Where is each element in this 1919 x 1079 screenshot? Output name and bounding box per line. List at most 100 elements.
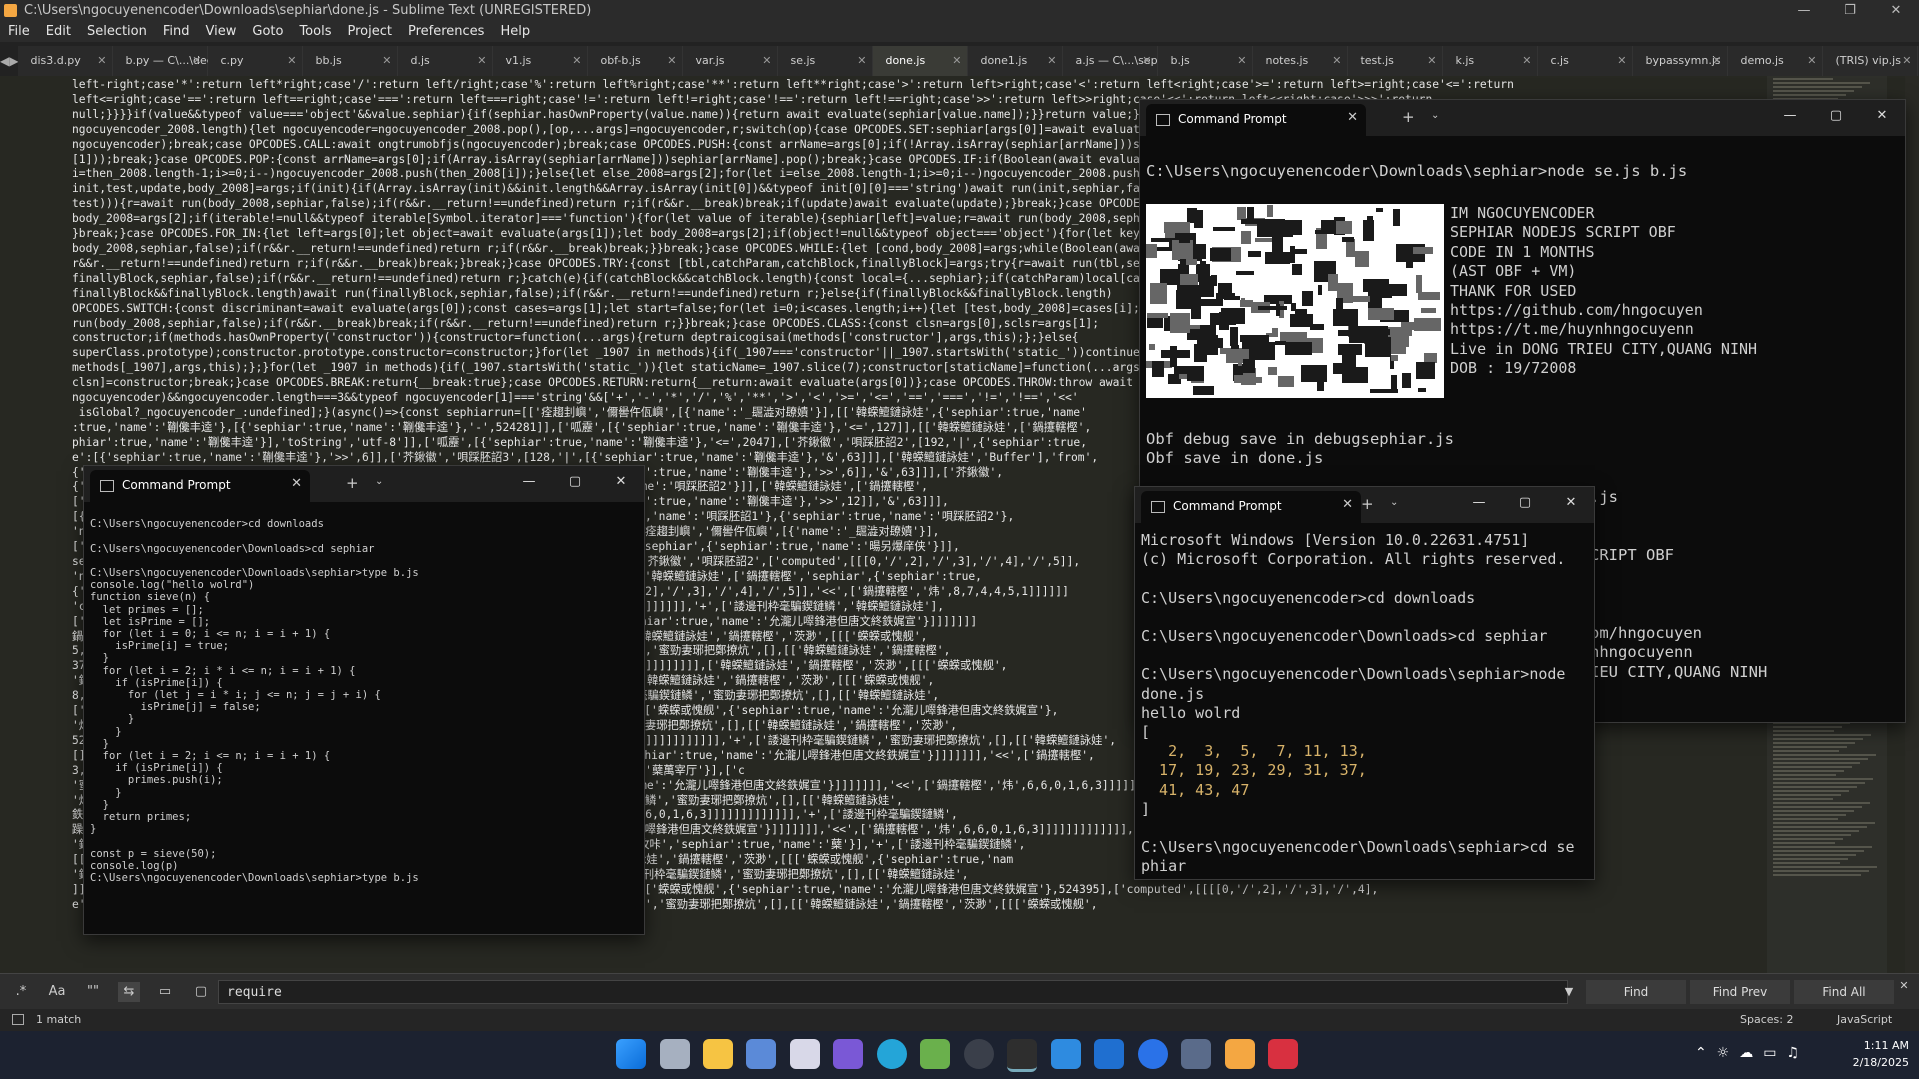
tab-4[interactable]: d.js ✕ bbox=[398, 46, 494, 76]
tab-2[interactable]: c.py ✕ bbox=[208, 46, 304, 76]
tab-close-icon[interactable]: ✕ bbox=[1342, 497, 1353, 512]
edge-icon[interactable] bbox=[877, 1039, 907, 1069]
store-icon[interactable] bbox=[790, 1039, 820, 1069]
layers-app-icon[interactable] bbox=[920, 1039, 950, 1069]
tab-6[interactable]: obf-b.js ✕ bbox=[588, 46, 684, 76]
cmd-tab[interactable]: Command Prompt ✕ bbox=[90, 470, 310, 502]
tab-12[interactable]: b.js ✕ bbox=[1158, 46, 1254, 76]
tab-17[interactable]: bypassymn.js ✕ bbox=[1633, 46, 1729, 76]
tab-close-icon[interactable]: ✕ bbox=[1807, 46, 1816, 76]
menu-help[interactable]: Help bbox=[492, 22, 538, 42]
sublime-taskbar-icon[interactable] bbox=[1225, 1039, 1255, 1069]
cmd-tab[interactable]: Command Prompt ✕ bbox=[1146, 104, 1366, 136]
menu-view[interactable]: View bbox=[198, 22, 245, 42]
tab-close-icon[interactable]: ✕ bbox=[477, 46, 486, 76]
menu-edit[interactable]: Edit bbox=[38, 22, 79, 42]
minimize-button[interactable]: — bbox=[1767, 104, 1813, 128]
cmd-tab[interactable]: Command Prompt ✕ bbox=[1141, 491, 1361, 523]
menu-preferences[interactable]: Preferences bbox=[400, 22, 492, 42]
app-cube-icon[interactable] bbox=[746, 1039, 776, 1069]
tab-1[interactable]: b.py — C\...\decpyc ✕ bbox=[113, 46, 232, 76]
red-app-icon[interactable] bbox=[1268, 1039, 1298, 1069]
maximize-button[interactable]: ▢ bbox=[1502, 491, 1548, 515]
maximize-button[interactable]: ❐ bbox=[1827, 0, 1873, 22]
tab-next-icon[interactable]: ▶ bbox=[9, 46, 18, 76]
telegram-icon[interactable] bbox=[1051, 1039, 1081, 1069]
terminal-taskbar-icon[interactable] bbox=[1007, 1039, 1037, 1072]
menu-find[interactable]: Find bbox=[155, 22, 198, 42]
find-button[interactable]: Find bbox=[1586, 980, 1686, 1004]
cmd-command-line[interactable]: C:\Users\ngocuyenencoder\Downloads\sephi… bbox=[1146, 162, 1899, 181]
whole-word-toggle[interactable]: "" bbox=[82, 982, 104, 1002]
cmd-output[interactable]: C:\Users\ngocuyenencoder>cd downloads C:… bbox=[90, 506, 638, 884]
minimize-button[interactable]: — bbox=[1456, 491, 1502, 515]
tab-0[interactable]: dis3.d.py ✕ bbox=[18, 46, 114, 76]
window-app-icon[interactable] bbox=[1094, 1039, 1124, 1069]
tab-close-icon[interactable]: ✕ bbox=[1902, 46, 1911, 76]
close-button[interactable]: ✕ bbox=[598, 470, 644, 494]
tab-13[interactable]: notes.js ✕ bbox=[1253, 46, 1349, 76]
tab-close-icon[interactable]: ✕ bbox=[192, 46, 201, 76]
tab-prev-icon[interactable]: ◀ bbox=[0, 46, 9, 76]
tab-7[interactable]: var.js ✕ bbox=[683, 46, 779, 76]
close-button[interactable]: ✕ bbox=[1873, 0, 1919, 22]
find-all-button[interactable]: Find All bbox=[1794, 980, 1894, 1004]
close-button[interactable]: ✕ bbox=[1859, 104, 1905, 128]
tab-close-icon[interactable]: ✕ bbox=[1332, 46, 1341, 76]
minimize-button[interactable]: — bbox=[1781, 0, 1827, 22]
maximize-button[interactable]: ▢ bbox=[552, 470, 598, 494]
syntax-status[interactable]: JavaScript bbox=[1837, 1013, 1892, 1026]
tab-9[interactable]: done.js ✕ bbox=[873, 46, 969, 76]
history-dropdown-icon[interactable]: ▼ bbox=[1558, 982, 1580, 1002]
close-find-icon[interactable]: ✕ bbox=[1893, 976, 1915, 996]
tab-11[interactable]: a.js — C\...\sephiar ✕ bbox=[1063, 46, 1179, 76]
file-explorer-icon[interactable] bbox=[703, 1039, 733, 1069]
regex-toggle[interactable]: .* bbox=[10, 982, 32, 1002]
tab-close-icon[interactable]: ✕ bbox=[762, 46, 771, 76]
minimize-button[interactable]: — bbox=[506, 470, 552, 494]
find-input[interactable]: require bbox=[218, 980, 1568, 1004]
new-tab-icon[interactable]: + bbox=[346, 474, 359, 492]
tab-close-icon[interactable]: ✕ bbox=[1347, 110, 1358, 125]
tab-close-icon[interactable]: ✕ bbox=[291, 476, 302, 491]
wrap-toggle[interactable]: ⇆ bbox=[118, 982, 140, 1002]
tab-close-icon[interactable]: ✕ bbox=[97, 46, 106, 76]
tab-14[interactable]: test.js ✕ bbox=[1348, 46, 1444, 76]
visual-studio-icon[interactable] bbox=[833, 1039, 863, 1069]
tab-10[interactable]: done1.js ✕ bbox=[968, 46, 1064, 76]
clock[interactable]: 1:11 AM 2/18/2025 bbox=[1853, 1037, 1909, 1071]
vertical-scrollbar[interactable] bbox=[1905, 76, 1919, 973]
menu-tools[interactable]: Tools bbox=[291, 22, 339, 42]
chevron-down-icon[interactable]: ⌄ bbox=[1431, 110, 1439, 121]
tab-close-icon[interactable]: ✕ bbox=[1047, 46, 1056, 76]
tab-19[interactable]: (TRIS) vip.js ✕ bbox=[1823, 46, 1919, 76]
in-selection-toggle[interactable]: ▭ bbox=[154, 982, 176, 1002]
tab-close-icon[interactable]: ✕ bbox=[287, 46, 296, 76]
tab-close-icon[interactable]: ✕ bbox=[1427, 46, 1436, 76]
tab-close-icon[interactable]: ✕ bbox=[572, 46, 581, 76]
tab-close-icon[interactable]: ✕ bbox=[1522, 46, 1531, 76]
system-tray-icons[interactable]: ⌃☼☁▭♫ bbox=[1695, 1045, 1809, 1061]
task-view-icon[interactable] bbox=[660, 1039, 690, 1069]
tab-8[interactable]: se.js ✕ bbox=[778, 46, 874, 76]
cmd-window-left[interactable]: Command Prompt ✕ + ⌄ — ▢ ✕ C:\Users\ngoc… bbox=[83, 465, 645, 935]
find-prev-button[interactable]: Find Prev bbox=[1690, 980, 1790, 1004]
close-button[interactable]: ✕ bbox=[1548, 491, 1594, 515]
cmd-window-mid[interactable]: Command Prompt ✕ + ⌄ — ▢ ✕ Microsoft Win… bbox=[1134, 486, 1595, 880]
circle-app-icon[interactable] bbox=[964, 1039, 994, 1069]
tab-18[interactable]: demo.js ✕ bbox=[1728, 46, 1824, 76]
maximize-button[interactable]: ▢ bbox=[1813, 104, 1859, 128]
tab-5[interactable]: v1.js ✕ bbox=[493, 46, 589, 76]
cmd-output[interactable]: Microsoft Windows [Version 10.0.22631.47… bbox=[1141, 531, 1588, 877]
tab-16[interactable]: c.js ✕ bbox=[1538, 46, 1634, 76]
tab-close-icon[interactable]: ✕ bbox=[667, 46, 676, 76]
tab-close-icon[interactable]: ✕ bbox=[857, 46, 866, 76]
tab-3[interactable]: bb.js ✕ bbox=[303, 46, 399, 76]
menu-selection[interactable]: Selection bbox=[79, 22, 155, 42]
start-icon[interactable] bbox=[616, 1039, 646, 1069]
tab-15[interactable]: k.js ✕ bbox=[1443, 46, 1539, 76]
menu-file[interactable]: File bbox=[0, 22, 38, 42]
tab-close-icon[interactable]: ✕ bbox=[382, 46, 391, 76]
chevron-down-icon[interactable]: ⌄ bbox=[375, 476, 383, 487]
indentation-status[interactable]: Spaces: 2 bbox=[1740, 1013, 1793, 1026]
